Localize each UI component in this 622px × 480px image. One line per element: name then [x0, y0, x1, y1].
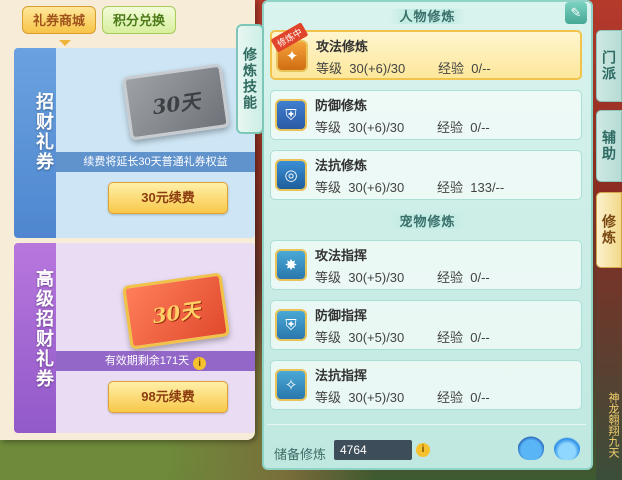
info-icon[interactable]: i [193, 357, 207, 370]
coupon-shop-panel: 礼券商城 积分兑换 招财礼券 30天 续费将延长30天普通礼券权益 30元续费 … [0, 0, 255, 440]
skill-meta: 等级 30(+6)/30 经验 133/-- [315, 180, 505, 195]
skill-row-pet-defense[interactable]: ⛨ 防御指挥 等级 30(+5)/30 经验 0/-- [270, 300, 582, 350]
card-info-row: 有效期剩余171天 i [56, 351, 255, 371]
edit-icon[interactable]: ✎ [565, 2, 587, 24]
shield-icon: ⛨ [275, 99, 307, 131]
reserve-label: 储备修炼 [274, 447, 327, 462]
section-character-title: 人物修炼 [264, 6, 591, 25]
flame-icon[interactable] [554, 432, 580, 460]
card-info-text: 续费将延长30天普通礼券权益 [56, 152, 255, 172]
scene-banner-text: 神龙翱翔九天 [607, 392, 620, 458]
tab-faction[interactable]: 门派 [596, 30, 622, 102]
coupon-card-basic: 招财礼券 30天 续费将延长30天普通礼券权益 30元续费 [14, 48, 255, 238]
reserve-value: 4764 [334, 440, 412, 460]
skill-name: 法抗修炼 [315, 158, 368, 173]
card-info-text: 有效期剩余171天 [104, 355, 190, 367]
tab-points-exchange[interactable]: 积分兑换 [102, 6, 177, 34]
tab-assist[interactable]: 辅助 [596, 110, 622, 182]
gold-ticket-icon: 30天 [122, 272, 230, 350]
pet-magic-icon: ✧ [275, 369, 307, 401]
tab-coupon-mall[interactable]: 礼券商城 [22, 6, 97, 34]
pet-claw-icon: ✸ [275, 249, 307, 281]
skill-row-defense[interactable]: ⛨ 防御修炼 等级 30(+6)/30 经验 0/-- [270, 90, 582, 140]
card-side-strip: 招财礼券 [14, 48, 56, 238]
skill-name: 攻法指挥 [315, 248, 368, 263]
section-pet-title: 宠物修炼 [264, 211, 591, 230]
divider [267, 424, 586, 425]
potion-icon[interactable] [518, 432, 544, 460]
card-side-label: 招财礼券 [33, 92, 54, 172]
skill-name: 防御修炼 [315, 98, 368, 113]
cultivation-panel: 人物修炼 ✎ ✦ 修炼中 攻法修炼 等级 30(+6)/30 经验 0/-- ⛨ … [262, 0, 593, 470]
pet-shield-icon: ⛨ [275, 309, 307, 341]
skill-name: 法抗指挥 [315, 368, 368, 383]
skill-row-attack[interactable]: ✦ 修炼中 攻法修炼 等级 30(+6)/30 经验 0/-- [270, 22, 582, 80]
ticket-text: 30天 [150, 88, 202, 119]
skill-meta: 等级 30(+6)/30 经验 0/-- [316, 61, 491, 76]
tab-cultivation[interactable]: 修炼 [596, 192, 622, 268]
card-side-strip: 高级招财礼券 [14, 243, 56, 433]
renew-98-button[interactable]: 98元续费 [108, 381, 228, 413]
skill-row-pet-resist[interactable]: ✧ 法抗指挥 等级 30(+5)/30 经验 0/-- [270, 360, 582, 410]
skill-name: 攻法修炼 [316, 39, 369, 54]
skill-row-pet-attack[interactable]: ✸ 攻法指挥 等级 30(+5)/30 经验 0/-- [270, 240, 582, 290]
shop-tabs: 礼券商城 积分兑换 [22, 6, 177, 34]
skill-meta: 等级 30(+5)/30 经验 0/-- [315, 270, 490, 285]
card-side-label: 高级招财礼券 [33, 269, 54, 389]
tab-cultivation-skills[interactable]: 修炼技能 [236, 24, 264, 134]
silver-ticket-icon: 30天 [122, 63, 230, 141]
skill-meta: 等级 30(+5)/30 经验 0/-- [315, 390, 490, 405]
skill-meta: 等级 30(+6)/30 经验 0/-- [315, 120, 490, 135]
skill-name: 防御指挥 [315, 308, 368, 323]
swirl-shield-icon: ◎ [275, 159, 307, 191]
ticket-text: 30天 [150, 297, 202, 328]
info-icon[interactable]: i [416, 443, 430, 457]
skill-meta: 等级 30(+5)/30 经验 0/-- [315, 330, 490, 345]
renew-30-button[interactable]: 30元续费 [108, 182, 228, 214]
skill-row-resist[interactable]: ◎ 法抗修炼 等级 30(+6)/30 经验 133/-- [270, 150, 582, 200]
coupon-card-premium: 高级招财礼券 30天 有效期剩余171天 i 98元续费 [14, 243, 255, 433]
